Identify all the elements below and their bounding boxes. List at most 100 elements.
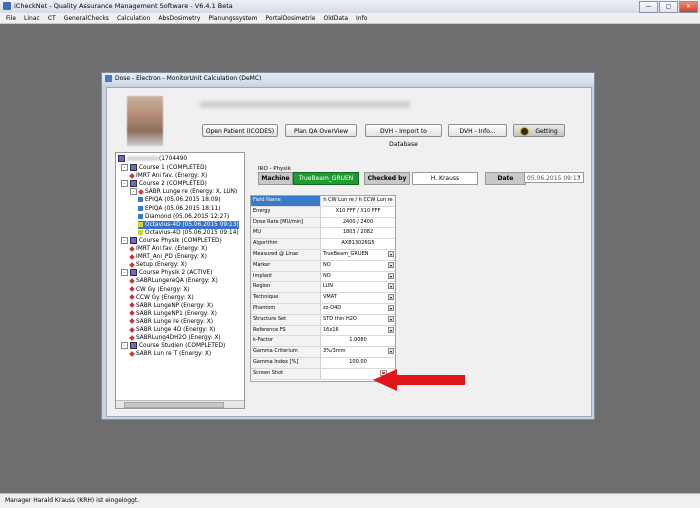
getting-button[interactable]: Getting (513, 124, 565, 137)
tree-node[interactable]: EPIQA (05.06.2015 18:11) (138, 205, 221, 213)
dvh-import-button[interactable]: DVH - Import to Database (365, 124, 442, 148)
octavius-icon (138, 229, 143, 235)
tree-node[interactable]: SABR LungeNP (Energy: X) (129, 302, 213, 310)
tree-node[interactable]: IMRT Ani fav. (Energy: X) (129, 245, 207, 253)
tree-node-label: SABRLung4DH2O (Energy: X) (136, 335, 221, 342)
tree-node[interactable]: - Course 2 (COMPLETED) (121, 180, 207, 188)
grid-row: Technique VMAT ▾ (251, 293, 395, 304)
menu-info[interactable]: Info (356, 15, 367, 22)
close-button[interactable]: ✕ (679, 1, 698, 13)
menu-calculation[interactable]: Calculation (117, 15, 150, 22)
menu-olddata[interactable]: OldData (324, 15, 349, 22)
grid-row-select[interactable]: NO ▾ (321, 261, 395, 271)
course-icon (130, 180, 137, 188)
tree-node[interactable]: - Course Physik 2 (ACTIVE) (121, 269, 212, 277)
expand-toggle[interactable]: - (121, 164, 128, 171)
scrollbar-thumb[interactable] (124, 402, 224, 408)
dialog-body: Open Patient (ICODES) Plan QA OverView D… (106, 87, 592, 417)
grid-row: Field Name h CW Lun re / h CCW Lun re (251, 196, 395, 207)
tree-node[interactable]: SABRLung4DH2O (Energy: X) (129, 334, 221, 342)
tree-node[interactable]: SABRLungereQA (Energy: X) (129, 277, 218, 285)
chevron-down-icon[interactable]: ▾ (388, 283, 394, 290)
maximize-button[interactable]: ▢ (659, 1, 678, 13)
tree-node[interactable]: SABR Lunge re (Energy: X) (129, 318, 213, 326)
menu-generalchecks[interactable]: GeneralChecks (64, 15, 109, 22)
dvh-info-button[interactable]: DVH - Info... (448, 124, 507, 137)
grid-row-select[interactable]: LUN ▾ (321, 282, 395, 292)
chevron-down-icon[interactable]: ▾ (388, 261, 394, 268)
chevron-down-icon[interactable]: ▾ (388, 305, 394, 311)
chevron-down-icon[interactable]: ▾ (388, 272, 394, 279)
tree-node[interactable]: - SABR Lunge re (Energy: X, LUN) (130, 188, 237, 196)
expand-toggle[interactable]: - (130, 188, 137, 196)
tree-node-label: Course 1 (COMPLETED) (139, 165, 207, 171)
tree-node-label: SABR Lunge re (Energy: X, LUN) (145, 189, 238, 196)
plan-icon (129, 286, 135, 292)
grid-row-select[interactable]: 3%/3mm ▾ (321, 347, 395, 357)
grid-row-label: Structure Set (251, 314, 321, 325)
tree-node[interactable]: EPIQA (05.06.2015 18:09) (138, 196, 221, 204)
tree-node[interactable]: IMRT_Ani_PD (Energy: X) (129, 253, 207, 261)
chevron-down-icon[interactable]: ▾ (576, 174, 582, 181)
expand-toggle[interactable]: - (121, 180, 128, 188)
expand-toggle[interactable]: - (121, 342, 128, 350)
tree-node-label: SABR Lunge 4D (Energy: X) (136, 327, 216, 333)
chevron-down-icon[interactable]: ▾ (388, 315, 394, 322)
tree-horizontal-scrollbar[interactable] (116, 400, 244, 408)
grid-row-select[interactable]: VMAT ▾ (321, 293, 395, 303)
expand-toggle[interactable]: - (121, 236, 128, 244)
tree-node[interactable]: Octavius-4D (05.06.2015 09:13) (138, 220, 239, 229)
grid-row: Structure Set STD thin H2O ▾ (251, 314, 395, 326)
plan-icon (129, 278, 135, 284)
tree-node[interactable]: SABR LungeNP1 (Energy: X) (129, 310, 217, 318)
menu-bar: File Linac CT GeneralChecks Calculation … (0, 13, 700, 24)
date-picker[interactable]: 05.06.2015 09:13 ▾ (524, 172, 584, 183)
tree-node-label: Octavius-4D (05.06.2015 09:13) (145, 221, 239, 228)
tree-node[interactable]: - Course Studien (COMPLETED) (121, 342, 225, 350)
grid-row-select[interactable]: 16x16 ▾ (321, 326, 395, 336)
chevron-down-icon[interactable]: ▾ (388, 251, 394, 257)
tree-node[interactable]: - Course Physik (COMPLETED) (121, 236, 222, 245)
tree-node[interactable]: SABR Lun re T (Energy: X) (129, 350, 211, 358)
tree-node[interactable]: Setup (Energy: X) (129, 261, 187, 269)
tree-node[interactable]: IMRT Ani fav. (Energy: X) (129, 172, 207, 180)
grid-row-value: AXB13026G5 (321, 239, 395, 249)
tree-node[interactable]: CCW Gy (Energy: X) (129, 294, 194, 302)
grid-row: Algorithm AXB13026G5 (251, 239, 395, 250)
tree-node[interactable]: - Course 1 (COMPLETED) (121, 164, 207, 172)
plan-icon (129, 318, 135, 325)
tree-node[interactable]: Octavius-4D (05.06.2015 09:14) (138, 229, 239, 237)
grid-value-text: TrueBeam_GRUEN (323, 251, 369, 257)
grid-value-text: 1803 / 2082 (342, 229, 374, 236)
tree-node-label: CCW Gy (Energy: X) (136, 294, 194, 301)
grid-row-select[interactable]: zz-O4D ▾ (321, 304, 395, 314)
grid-row-select[interactable]: TrueBeam_GRUEN ▾ (321, 250, 395, 260)
menu-absdosimetry[interactable]: AbsDosimetry (158, 15, 200, 22)
open-patient-button[interactable]: Open Patient (ICODES) (202, 124, 278, 137)
tree-node[interactable]: SABR Lunge 4D (Energy: X) (129, 326, 216, 334)
chevron-down-icon[interactable]: ▾ (388, 348, 394, 355)
patient-course-tree[interactable]: (1704490 - Course 1 (COMPLETED) IMRT Ani f… (115, 152, 245, 409)
grid-row-select[interactable]: STD thin H2O ▾ (321, 315, 395, 325)
grid-row-label: Gamma Index [%] (251, 358, 321, 368)
grid-row-select[interactable]: NO ▾ (321, 272, 395, 282)
tree-node[interactable]: CW Gy (Energy: X) (129, 286, 190, 294)
tree-node-label: Octavius-4D (05.06.2015 09:14) (145, 229, 239, 236)
expand-toggle[interactable]: - (121, 269, 128, 277)
menu-linac[interactable]: Linac (24, 15, 40, 22)
grid-row-value: 1.0080 (321, 336, 395, 346)
plan-icon (129, 302, 135, 309)
plan-property-grid: Field Name h CW Lun re / h CCW Lun re Ener… (250, 195, 396, 382)
grid-value-text: 2400 / 2400 (342, 218, 374, 225)
plan-qa-overview-button[interactable]: Plan QA OverView (285, 124, 357, 137)
chevron-down-icon[interactable]: ▾ (388, 326, 394, 333)
menu-planungssystem[interactable]: Planungssystem (208, 15, 257, 22)
tree-node[interactable]: Diamond (05.06.2015 12:27) (138, 213, 229, 221)
menu-portaldosimetrie[interactable]: PortalDosimetrie (265, 15, 315, 22)
chevron-down-icon[interactable]: ▾ (388, 294, 394, 301)
menu-file[interactable]: File (6, 15, 16, 22)
tree-root[interactable]: (1704490 (118, 155, 187, 163)
minimize-button[interactable]: — (639, 1, 658, 13)
menu-ct[interactable]: CT (48, 15, 56, 22)
dialog-title: Dose - Electron - MonitorUnit Calculatio… (115, 75, 262, 82)
